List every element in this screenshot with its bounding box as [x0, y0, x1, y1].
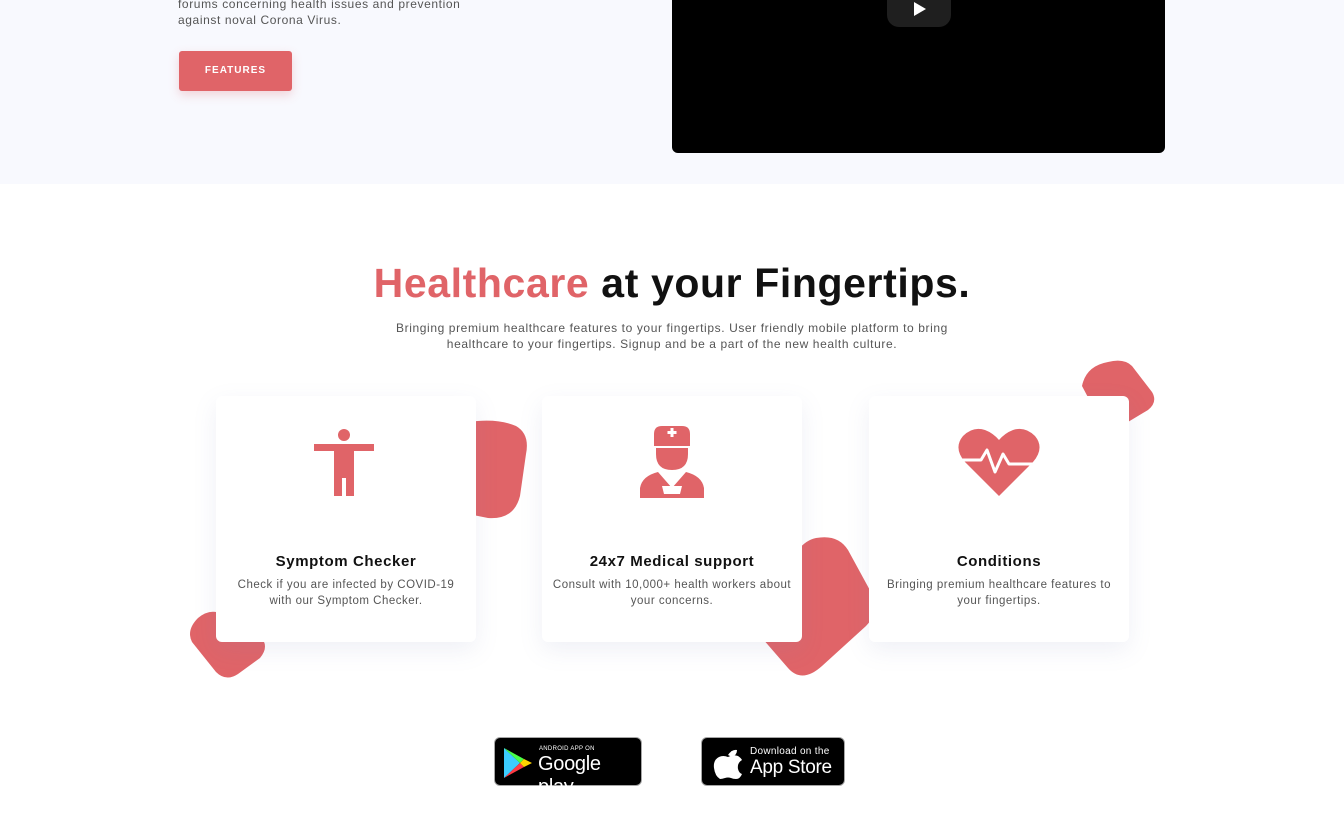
section-subtext: Bringing premium healthcare features to …: [396, 321, 948, 351]
card-conditions[interactable]: Conditions Bringing premium healthcare f…: [869, 396, 1129, 642]
app-store-label: App Store: [750, 757, 832, 778]
card-title: Symptom Checker: [275, 553, 417, 570]
card-medical-support[interactable]: 24x7 Medical support Consult with 10,000…: [542, 396, 802, 642]
heading-rest: at your Fingertips.: [589, 260, 971, 306]
app-store-badge[interactable]: Download on the App Store: [701, 737, 845, 786]
features-button[interactable]: FEATURES: [179, 51, 292, 91]
hero-section: forums concerning health issues and prev…: [0, 0, 1344, 184]
person-icon: [314, 429, 374, 496]
heartbeat-icon: [957, 428, 1041, 496]
video-play-button[interactable]: [887, 0, 951, 27]
video-player[interactable]: [672, 0, 1165, 153]
doctor-icon: [640, 426, 704, 498]
google-play-badge[interactable]: ANDROID APP ON Google play: [494, 737, 642, 798]
section-heading: Healthcare at your Fingertips.: [0, 260, 1344, 307]
card-title: Conditions: [956, 553, 1042, 570]
decorative-blob-mid-left: [468, 420, 527, 519]
card-symptom-checker[interactable]: Symptom Checker Check if you are infecte…: [216, 396, 476, 642]
hero-description: forums concerning health issues and prev…: [178, 0, 461, 27]
card-title: 24x7 Medical support: [589, 553, 755, 570]
google-play-icon: [504, 748, 532, 778]
card-description: Consult with 10,000+ health workers abou…: [552, 579, 792, 607]
card-description: Bringing premium healthcare features to …: [886, 579, 1112, 607]
heading-accent: Healthcare: [373, 260, 590, 306]
app-store-caption: Download on the: [750, 746, 830, 757]
google-play-caption: ANDROID APP ON: [539, 746, 595, 752]
google-play-label: Google play: [538, 753, 601, 798]
card-description: Check if you are infected by COVID-19 wi…: [237, 579, 455, 607]
play-icon: [914, 1, 926, 16]
apple-icon: [713, 749, 742, 779]
